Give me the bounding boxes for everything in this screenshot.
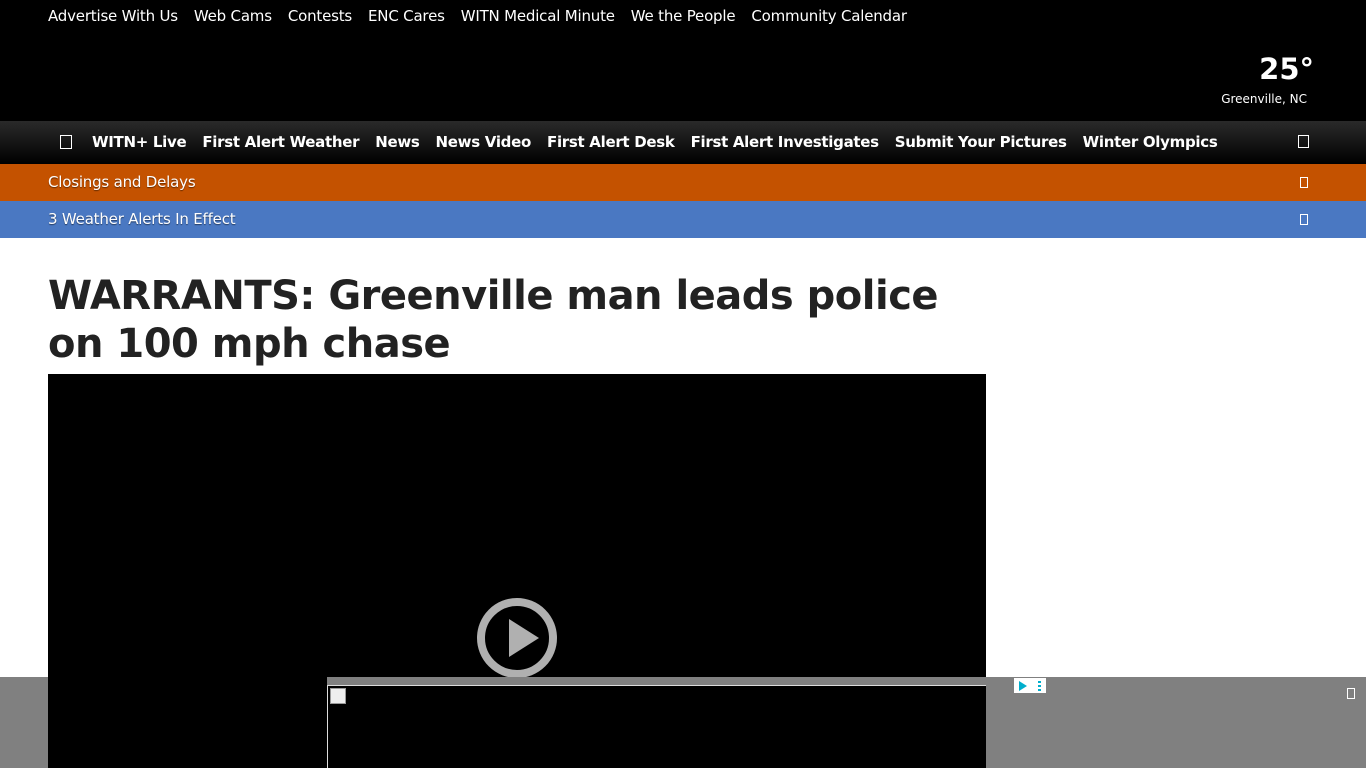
adchoices-icon[interactable]	[1014, 678, 1046, 693]
weather-widget[interactable]: 25° Greenville, NC	[1221, 52, 1314, 106]
nav-item-first-alert-desk[interactable]: First Alert Desk	[547, 133, 675, 151]
weather-location: Greenville, NC	[1221, 92, 1307, 106]
ad-frame[interactable]	[327, 685, 986, 768]
nav-item-news[interactable]: News	[375, 133, 420, 151]
adchoices-triangle-icon	[1019, 680, 1028, 691]
nav-item-news-video[interactable]: News Video	[436, 133, 532, 151]
top-link-enc-cares[interactable]: ENC Cares	[368, 7, 445, 25]
weather-alerts-label: 3 Weather Alerts In Effect	[48, 210, 236, 228]
nav-item-witn-live[interactable]: WITN+ Live	[92, 133, 187, 151]
chevron-right-icon	[1300, 214, 1308, 225]
closings-banner[interactable]: Closings and Delays	[0, 164, 1366, 201]
weather-temperature: 25°	[1259, 52, 1314, 86]
nav-item-winter-olympics[interactable]: Winter Olympics	[1083, 133, 1218, 151]
top-link-contests[interactable]: Contests	[288, 7, 352, 25]
top-link-advertise[interactable]: Advertise With Us	[48, 7, 178, 25]
top-links: Advertise With Us Web Cams Contests ENC …	[48, 7, 907, 25]
search-icon[interactable]	[1298, 135, 1309, 148]
top-link-we-the-people[interactable]: We the People	[631, 7, 736, 25]
nav-item-first-alert-weather[interactable]: First Alert Weather	[202, 133, 359, 151]
top-link-medical-minute[interactable]: WITN Medical Minute	[461, 7, 615, 25]
top-link-web-cams[interactable]: Web Cams	[194, 7, 272, 25]
top-header: Advertise With Us Web Cams Contests ENC …	[0, 0, 1366, 121]
close-icon[interactable]	[1347, 688, 1355, 699]
top-link-community-calendar[interactable]: Community Calendar	[751, 7, 907, 25]
nav-item-first-alert-investigates[interactable]: First Alert Investigates	[691, 133, 880, 151]
article-headline: WARRANTS: Greenville man leads police on…	[48, 273, 939, 367]
menu-icon[interactable]	[60, 135, 72, 149]
sticky-ad-bar	[0, 677, 1366, 768]
closings-label: Closings and Delays	[48, 173, 196, 191]
play-icon[interactable]	[477, 598, 557, 678]
video-player-overlap	[48, 677, 327, 768]
more-options-icon	[1037, 680, 1041, 691]
nav-item-submit-pictures[interactable]: Submit Your Pictures	[895, 133, 1067, 151]
ad-image[interactable]	[330, 688, 346, 704]
chevron-right-icon	[1300, 177, 1308, 188]
weather-alerts-banner[interactable]: 3 Weather Alerts In Effect	[0, 201, 1366, 238]
main-nav: WITN+ Live First Alert Weather News News…	[0, 121, 1366, 164]
nav-items: WITN+ Live First Alert Weather News News…	[92, 133, 1218, 151]
